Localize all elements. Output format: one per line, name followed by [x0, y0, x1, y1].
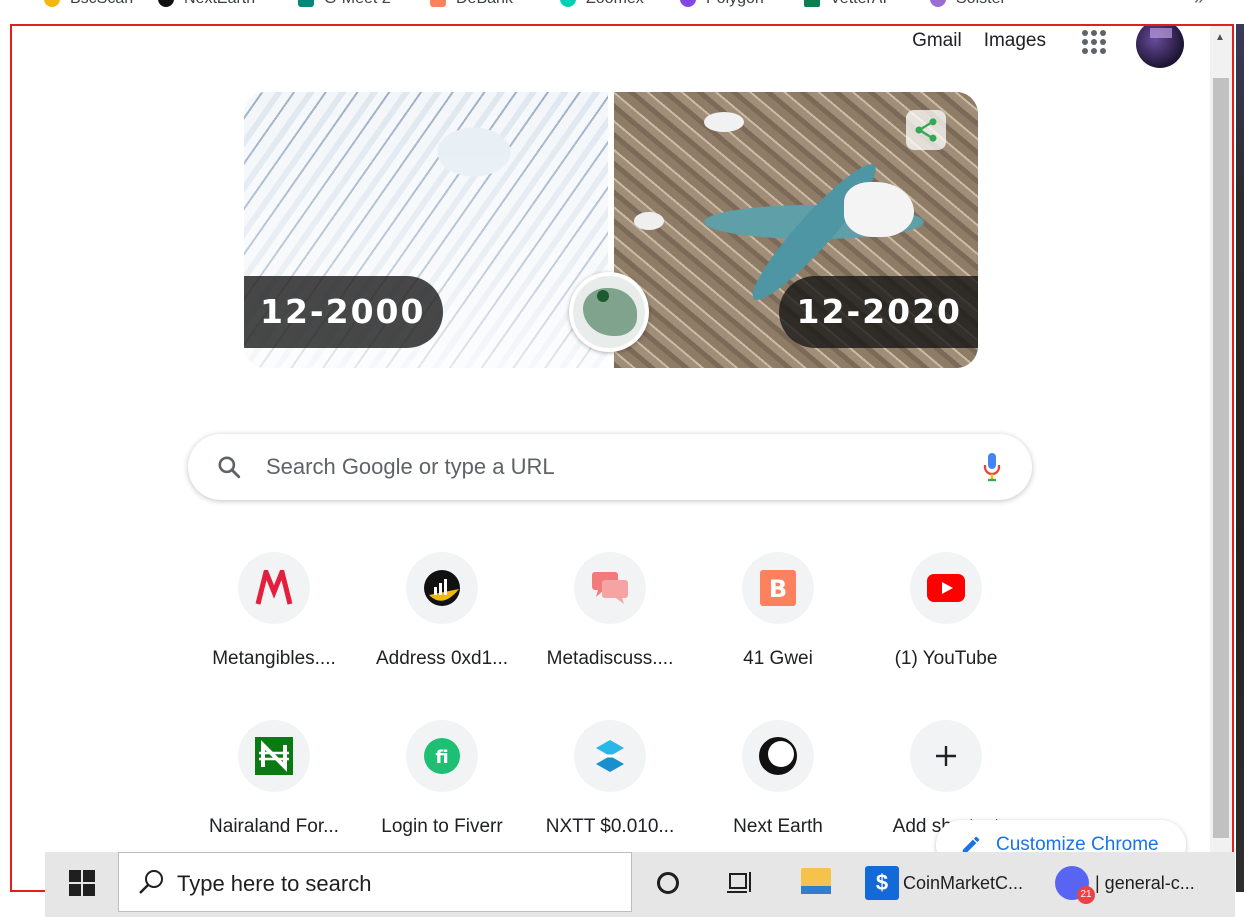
bookmarks-bar: BscScan NextEarth G-Meet 2 DeBank Zoomex… [0, 0, 1244, 22]
shortcut-tile[interactable]: Nairaland For... [190, 718, 358, 858]
bookmark-gmeet[interactable]: G-Meet 2 [298, 0, 391, 8]
images-link[interactable]: Images [984, 30, 1046, 52]
debank-icon: B [742, 552, 814, 624]
discord-icon: 21 [1055, 866, 1095, 904]
shortcut-tile[interactable]: Next Earth [694, 718, 862, 858]
vetterai-icon [804, 0, 820, 7]
shortcut-tile[interactable]: B 41 Gwei [694, 550, 862, 690]
coinmarketcap-icon: $ [865, 866, 899, 900]
scroll-up-arrow-icon[interactable]: ▲ [1215, 32, 1225, 43]
taskbar-app-discord[interactable]: 21 | general-c... [1055, 866, 1195, 904]
taskbar-search-box[interactable]: Type here to search [118, 852, 632, 912]
header-links: Gmail Images [912, 30, 1046, 52]
windows-taskbar: Type here to search $ CoinMarketC... 21 … [45, 852, 1235, 917]
shortcut-tile[interactable]: NXTT $0.010... [526, 718, 694, 858]
solster-icon [930, 0, 946, 7]
plus-icon [910, 720, 982, 792]
bookmark-debank[interactable]: DeBank [430, 0, 513, 8]
bookmark-solster[interactable]: Solster [930, 0, 1006, 8]
search-icon [139, 870, 163, 894]
background-window-edge [1236, 24, 1244, 892]
microphone-icon[interactable] [982, 452, 1002, 482]
chat-bubbles-icon [574, 552, 646, 624]
bookmark-label: NextEarth [184, 0, 255, 8]
shortcut-tile[interactable]: Metangibles.... [190, 550, 358, 690]
bookmark-vetterai[interactable]: VetterAI [804, 0, 887, 8]
next-earth-icon [742, 720, 814, 792]
svg-text:B: B [769, 575, 787, 603]
desktop: BscScan NextEarth G-Meet 2 DeBank Zoomex… [0, 0, 1244, 917]
taskbar-app-label: CoinMarketC... [903, 872, 1024, 893]
youtube-icon [910, 552, 982, 624]
search-box[interactable] [188, 434, 1032, 500]
next-earth-icon [158, 0, 174, 7]
shortcut-title: Metadiscuss.... [546, 648, 674, 669]
bookmark-nextearth[interactable]: NextEarth [158, 0, 255, 8]
bookmark-label: VetterAI [830, 0, 887, 8]
scrollbar-thumb[interactable] [1213, 78, 1229, 838]
etherscan-icon [406, 552, 478, 624]
notification-badge: 21 [1077, 886, 1095, 904]
bookmark-zoomex[interactable]: Zoomex [560, 0, 644, 8]
taskbar-app-coinmarketcap[interactable]: $ CoinMarketC... [865, 866, 1023, 900]
shortcut-title: 41 Gwei [743, 648, 813, 669]
taskbar-search-text: Type here to search [177, 871, 372, 896]
bookmark-label: BscScan [70, 0, 133, 8]
zoomex-icon [560, 0, 576, 7]
bookmark-bscscan[interactable]: BscScan [44, 0, 133, 8]
share-button[interactable] [906, 110, 946, 150]
scrollbar[interactable]: ▲ [1210, 26, 1232, 890]
new-tab-page: Gmail Images 12-2000 12-2020 Search Goog… [10, 24, 1234, 892]
bookmark-label: G-Meet 2 [324, 0, 391, 8]
shortcut-tile[interactable]: (1) YouTube [862, 550, 1030, 690]
search-icon [218, 456, 241, 479]
bookmark-label: Zoomex [586, 0, 644, 8]
google-doodle[interactable]: 12-2000 12-2020 [244, 92, 978, 368]
svg-text:fi: fi [435, 747, 448, 768]
nxtt-icon [574, 720, 646, 792]
windows-start-icon[interactable] [69, 870, 95, 896]
taskbar-app-label: | general-c... [1095, 872, 1195, 893]
shortcut-tile[interactable]: Address 0xd1... [358, 550, 526, 690]
shortcut-tile[interactable]: Metadiscuss.... [526, 550, 694, 690]
shortcut-title: Next Earth [733, 816, 823, 837]
bookmark-label: DeBank [456, 0, 513, 8]
account-avatar[interactable] [1136, 26, 1184, 68]
shortcut-title: Address 0xd1... [375, 648, 509, 669]
nairaland-icon [238, 720, 310, 792]
globe-icon [569, 272, 649, 352]
fiverr-icon: fi [406, 720, 478, 792]
metangibles-m-icon [238, 552, 310, 624]
shortcut-title: Login to Fiverr [381, 816, 503, 837]
file-explorer-icon[interactable] [801, 868, 831, 894]
bookmark-label: Polygon [706, 0, 764, 8]
cortana-icon[interactable] [657, 872, 679, 894]
shortcut-title: Metangibles.... [212, 648, 336, 669]
google-apps-icon[interactable] [1080, 28, 1108, 56]
shortcut-title: (1) YouTube [894, 648, 998, 669]
debank-icon [430, 0, 446, 7]
shortcut-tile[interactable]: fi Login to Fiverr [358, 718, 526, 858]
gmail-link[interactable]: Gmail [912, 30, 962, 52]
doodle-year-right: 12-2020 [778, 276, 978, 348]
polygon-icon [680, 0, 696, 7]
doodle-year-left: 12-2000 [244, 276, 444, 348]
bookmarks-overflow-button[interactable]: » [1194, 0, 1204, 9]
task-view-icon[interactable] [727, 870, 755, 894]
bookmark-polygon[interactable]: Polygon [680, 0, 764, 8]
search-input[interactable] [266, 434, 946, 500]
shortcut-title: NXTT $0.010... [545, 816, 675, 837]
shortcut-title: Nairaland For... [209, 816, 339, 837]
google-meet-icon [298, 0, 314, 7]
share-icon [915, 118, 937, 142]
bscscan-icon [44, 0, 60, 7]
bookmark-label: Solster [956, 0, 1006, 8]
